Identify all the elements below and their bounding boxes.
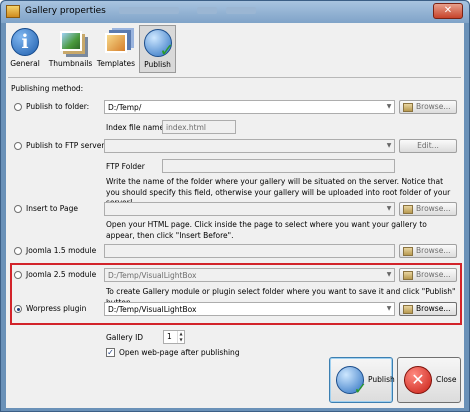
- ftp-folder-input[interactable]: [162, 159, 395, 173]
- tab-templates[interactable]: Templates: [96, 25, 136, 73]
- title-bar-decoration: [197, 7, 217, 14]
- publish-folder-value: D:/Temp/: [108, 103, 142, 112]
- ftp-folder-label: FTP Folder: [106, 162, 145, 171]
- tab-general[interactable]: General: [9, 25, 41, 73]
- publish-globe-icon: [143, 29, 175, 61]
- browse-page-button[interactable]: Browse...: [399, 202, 457, 216]
- chevron-down-icon[interactable]: ▼: [384, 101, 394, 113]
- insert-page-combo[interactable]: ▼: [104, 202, 395, 216]
- folder-icon: [403, 305, 413, 314]
- publish-button[interactable]: Publish: [329, 357, 395, 403]
- chevron-down-icon[interactable]: ▼: [384, 203, 394, 215]
- open-after-publish-checkbox[interactable]: ✓: [106, 348, 115, 357]
- browse-folder-button[interactable]: Browse...: [399, 100, 457, 114]
- joomla-15-label: Joomla 1.5 module: [26, 246, 97, 255]
- radio-joomla-15[interactable]: [14, 247, 22, 255]
- dialog-client-area: General Thumbnails Templates Publish Pub…: [6, 23, 464, 408]
- gallery-properties-window: Gallery properties ✕ General Thumbnails …: [0, 0, 470, 412]
- title-bar-decoration: [119, 7, 179, 14]
- tab-label: Publish: [144, 60, 171, 69]
- tab-thumbnails[interactable]: Thumbnails: [48, 25, 93, 73]
- window-close-button[interactable]: ✕: [433, 3, 463, 19]
- folder-icon: [403, 103, 413, 112]
- radio-insert-page[interactable]: [14, 205, 22, 213]
- window-title: Gallery properties: [25, 6, 106, 16]
- radio-wordpress-plugin[interactable]: [14, 305, 22, 313]
- joomla-25-combo[interactable]: D:/Temp/VisualLightBox ▼: [104, 268, 395, 282]
- tab-label: General: [10, 59, 40, 68]
- templates-icon: [105, 33, 127, 53]
- ftp-server-combo[interactable]: ▼: [104, 139, 395, 153]
- tab-label: Templates: [96, 59, 136, 68]
- browse-joomla-25-button[interactable]: Browse...: [399, 268, 457, 282]
- publish-folder-combo[interactable]: D:/Temp/ ▼: [104, 100, 395, 114]
- index-file-input[interactable]: index.html: [162, 120, 236, 134]
- browse-joomla-15-button[interactable]: Browse...: [399, 244, 457, 258]
- gallery-id-label: Gallery ID: [106, 333, 144, 342]
- folder-icon: [403, 247, 413, 256]
- close-icon: ✕: [404, 366, 432, 394]
- insert-page-label: Insert to Page: [26, 204, 78, 213]
- close-button[interactable]: ✕ Close: [397, 357, 461, 403]
- thumbnails-icon: [59, 31, 82, 51]
- joomla-15-input[interactable]: [104, 244, 395, 258]
- wordpress-plugin-label: Worpress plugin: [26, 304, 87, 313]
- tab-label: Thumbnails: [48, 59, 93, 68]
- radio-publish-ftp[interactable]: [14, 142, 22, 150]
- info-icon: [11, 28, 39, 56]
- publish-globe-icon: [336, 366, 367, 398]
- publishing-method-heading: Publishing method:: [11, 84, 84, 93]
- joomla-25-label: Joomla 2.5 module: [26, 270, 97, 279]
- gallery-id-spinner[interactable]: 1 ▲ ▼: [163, 330, 185, 344]
- publish-ftp-label: Publish to FTP server: [26, 141, 105, 150]
- insert-page-note: Open your HTML page. Click inside the pa…: [106, 220, 427, 240]
- title-bar[interactable]: Gallery properties ✕: [1, 1, 469, 23]
- index-file-label: Index file name: [106, 123, 165, 132]
- wordpress-plugin-combo[interactable]: D:/Temp/VisualLightBox ▼: [104, 302, 395, 316]
- folder-icon: [403, 271, 413, 280]
- tab-publish[interactable]: Publish: [139, 25, 176, 73]
- browse-wordpress-button[interactable]: Browse...: [399, 302, 457, 316]
- open-after-publish-label: Open web-page after publishing: [119, 348, 240, 357]
- toolbar-divider: [8, 77, 461, 78]
- radio-joomla-25[interactable]: [14, 271, 22, 279]
- chevron-down-icon[interactable]: ▼: [384, 269, 394, 281]
- radio-publish-folder[interactable]: [14, 103, 22, 111]
- ftp-edit-button[interactable]: Edit...: [399, 139, 457, 153]
- spinner-arrows-icon[interactable]: ▲ ▼: [177, 331, 184, 343]
- folder-icon: [403, 205, 413, 214]
- app-icon: [6, 5, 20, 18]
- chevron-down-icon[interactable]: ▼: [384, 140, 394, 152]
- toolbar: General Thumbnails Templates Publish: [6, 23, 464, 76]
- publish-folder-label: Publish to folder:: [26, 102, 90, 111]
- chevron-down-icon[interactable]: ▼: [384, 303, 394, 315]
- title-bar-decoration: [226, 7, 256, 14]
